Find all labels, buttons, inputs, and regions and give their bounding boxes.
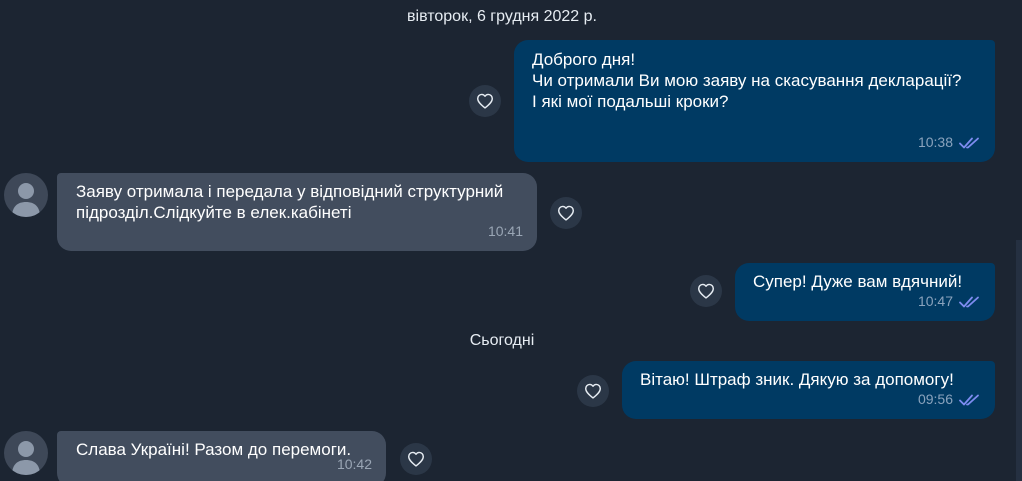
heart-outline-icon	[476, 93, 493, 109]
incoming-message: Заяву отримала і передала у відповідний …	[57, 173, 537, 251]
date-separator-today: Сьогодні	[469, 332, 535, 349]
message-time: 10:42	[336, 456, 372, 472]
outgoing-message: Вітаю! Штраф зник. Дякую за допомогу! 09…	[622, 361, 995, 419]
incoming-message: Слава Україні! Разом до перемоги. 10:42	[57, 431, 386, 481]
heart-react-button[interactable]	[469, 85, 501, 117]
message-text: Вітаю! Штраф зник. Дякую за допомогу!	[640, 370, 954, 389]
outgoing-message: Супер! Дуже вам вдячний! 10:47	[735, 263, 995, 321]
chat-thread: вівторок, 6 грудня 2022 р. Доброго дня! …	[0, 0, 1022, 481]
user-avatar-icon	[4, 173, 48, 217]
message-time: 10:41	[487, 223, 523, 239]
date-separator: вівторок, 6 грудня 2022 р.	[407, 8, 597, 25]
heart-react-button[interactable]	[690, 275, 722, 307]
heart-outline-icon	[407, 451, 424, 467]
message-text: Слава Україні! Разом до перемоги.	[76, 440, 352, 459]
heart-react-button[interactable]	[400, 443, 432, 475]
user-avatar-icon	[4, 431, 48, 475]
outgoing-message: Доброго дня! Чи отримали Ви мою заяву на…	[514, 40, 995, 162]
message-time: 09:56	[917, 391, 953, 407]
scrollbar[interactable]	[1016, 240, 1022, 481]
message-text: Доброго дня! Чи отримали Ви мою заяву на…	[532, 50, 962, 111]
heart-react-button[interactable]	[577, 375, 609, 407]
message-time: 10:38	[917, 134, 953, 150]
message-text: Заяву отримала і передала у відповідний …	[76, 182, 504, 222]
double-check-icon	[959, 137, 979, 148]
double-check-icon	[959, 296, 979, 307]
message-text: Супер! Дуже вам вдячний!	[753, 272, 963, 291]
heart-outline-icon	[698, 283, 714, 299]
heart-outline-icon	[558, 205, 574, 221]
heart-react-button[interactable]	[550, 197, 582, 229]
heart-outline-icon	[585, 383, 601, 399]
message-time: 10:47	[917, 293, 953, 309]
double-check-icon	[959, 394, 979, 405]
